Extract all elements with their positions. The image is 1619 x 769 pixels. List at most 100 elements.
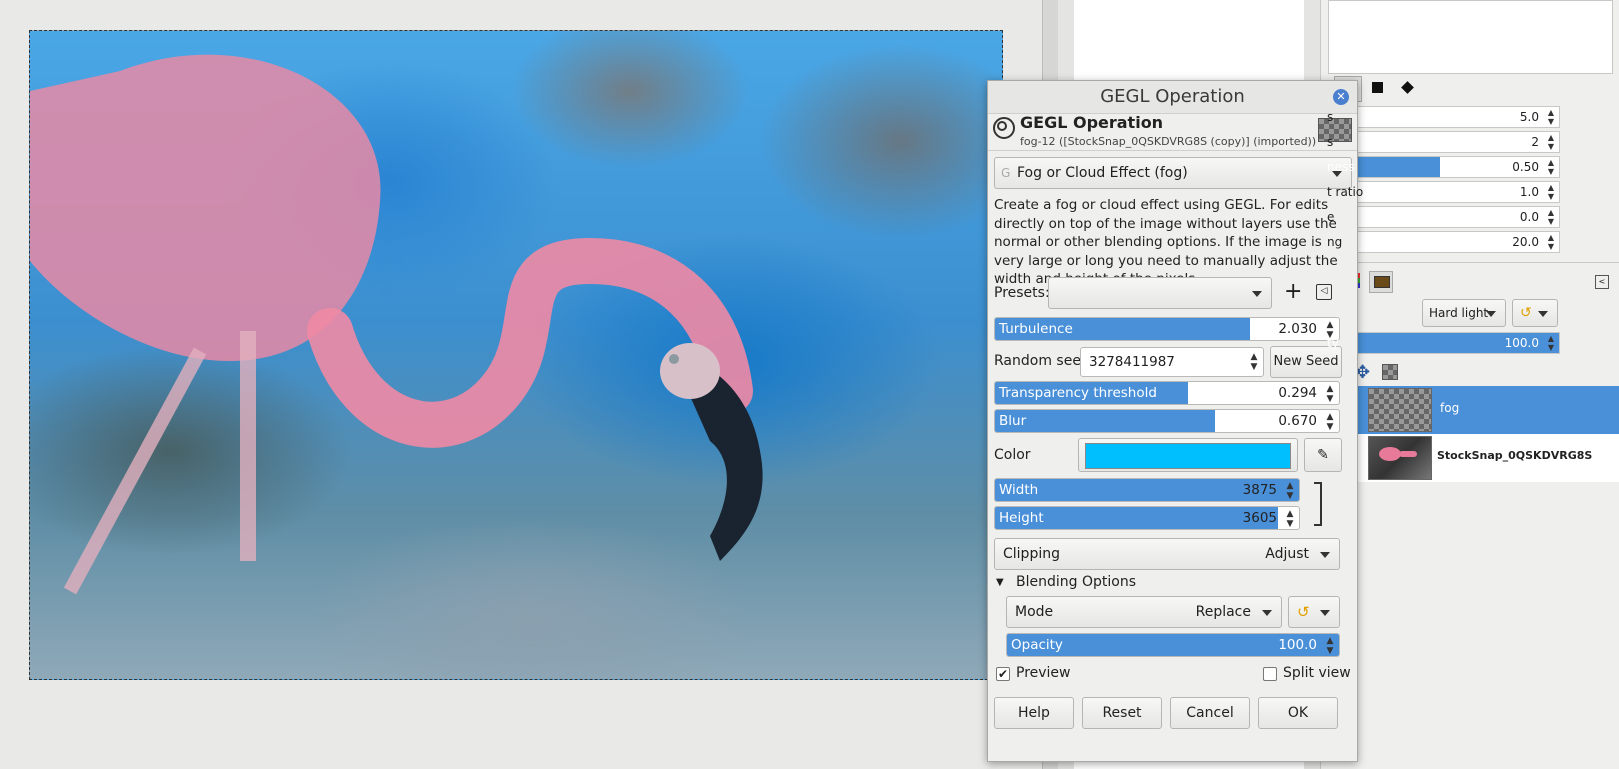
layer-thumbnail [1368, 436, 1432, 480]
layer-name: StockSnap_0QSKDVRG8S [1437, 449, 1593, 462]
brush-preview-area [1328, 0, 1613, 74]
blend-opacity-label: Opacity [1011, 637, 1063, 653]
height-input[interactable]: Height 3605 ▲ ▼ [994, 506, 1300, 530]
gegl-operation-dialog: GEGL Operation ✕ GEGL Operation fog-12 (… [987, 80, 1358, 762]
spin-arrows-icon[interactable]: ▲ ▼ [1545, 183, 1557, 201]
image-canvas-area[interactable] [0, 0, 1042, 769]
reset-icon: ↺ [1520, 305, 1532, 321]
blend-opacity-slider[interactable]: Opacity 100.0 ▲ ▼ [1006, 633, 1340, 657]
gegl-small-icon: G [1001, 166, 1011, 180]
width-value: 3875 [1242, 482, 1277, 498]
layer-composite-button[interactable]: ↺ [1512, 299, 1558, 327]
presets-label: Presets: [994, 285, 1050, 301]
width-input[interactable]: Width 3875 ▲ ▼ [994, 478, 1300, 502]
help-button[interactable]: Help [994, 697, 1074, 729]
chain-link-icon[interactable] [1314, 482, 1322, 526]
chevron-down-icon [1486, 311, 1496, 317]
brush-option-label: ng [1327, 235, 1343, 249]
height-label: Height [999, 510, 1044, 526]
brush-option-value: 0.0 [1519, 210, 1539, 224]
blur-slider[interactable]: Blur 0.670 ▲ ▼ [994, 409, 1340, 433]
operation-select[interactable]: G Fog or Cloud Effect (fog) [994, 157, 1352, 189]
layer-mode-value: Hard light [1429, 306, 1489, 320]
expander-triangle-icon[interactable]: ▼ [996, 577, 1004, 588]
configure-tab-icon[interactable]: < [1595, 275, 1609, 289]
flamingo-thumb-body [1379, 447, 1401, 461]
color-label: Color [994, 447, 1031, 463]
ok-button[interactable]: OK [1258, 697, 1338, 729]
layer-thumbnail [1368, 388, 1432, 432]
dialog-header-subtitle: fog-12 ([StockSnap_0QSKDVRG8S (copy)] (i… [1020, 135, 1317, 148]
brush-option-label: s [1327, 110, 1334, 124]
spin-arrows-icon[interactable]: ▲ ▼ [1284, 509, 1296, 529]
spin-arrows-icon[interactable]: ▲ ▼ [1324, 412, 1336, 432]
transparency-threshold-label: Transparency threshold [999, 385, 1157, 401]
chevron-down-icon [1262, 610, 1272, 616]
preview-checkbox[interactable]: ✔ [996, 667, 1010, 681]
spin-arrows-icon[interactable]: ▲ ▼ [1545, 334, 1557, 352]
lock-alpha-icon[interactable] [1382, 364, 1398, 380]
composite-mode-button[interactable]: ↺ [1288, 596, 1340, 628]
blend-mode-select[interactable]: Mode Replace [1006, 596, 1282, 628]
spin-arrows-icon[interactable]: ▲ ▼ [1284, 481, 1296, 501]
color-button[interactable] [1078, 438, 1298, 472]
random-seed-input[interactable]: 3278411987 ▲ ▼ [1080, 347, 1264, 377]
reset-button[interactable]: Reset [1082, 697, 1162, 729]
turbulence-label: Turbulence [999, 321, 1073, 337]
width-label: Width [999, 482, 1039, 498]
layer-mode-select[interactable]: Hard light [1422, 299, 1506, 327]
cancel-button[interactable]: Cancel [1170, 697, 1250, 729]
dialog-header-title: GEGL Operation [1020, 113, 1164, 132]
brush-option-label: ness [1327, 160, 1355, 174]
shape-diamond-button[interactable] [1394, 76, 1420, 100]
paths-tab[interactable] [1369, 271, 1393, 293]
spin-arrows-icon[interactable]: ▲ ▼ [1545, 108, 1557, 126]
blend-mode-value: Replace [1195, 604, 1251, 620]
dialog-titlebar[interactable]: GEGL Operation [988, 81, 1357, 114]
spin-arrows-icon[interactable]: ▲ ▼ [1324, 384, 1336, 404]
transparency-threshold-slider[interactable]: Transparency threshold 0.294 ▲ ▼ [994, 381, 1340, 405]
add-preset-icon[interactable]: + [1284, 278, 1302, 306]
split-view-checkbox[interactable] [1263, 667, 1277, 681]
turbulence-slider[interactable]: Turbulence 2.030 ▲ ▼ [994, 317, 1340, 341]
close-icon[interactable]: ✕ [1333, 89, 1349, 105]
transparency-threshold-value: 0.294 [1278, 385, 1317, 401]
brush-option-slider[interactable]: t ratio 1.0 ▲ ▼ [1320, 181, 1560, 203]
blur-value: 0.670 [1278, 413, 1317, 429]
spin-arrows-icon[interactable]: ▲ ▼ [1545, 208, 1557, 226]
brush-option-value: 20.0 [1512, 235, 1539, 249]
presets-select[interactable] [1048, 277, 1272, 309]
brush-option-value: 2 [1531, 135, 1539, 149]
spin-arrows-icon[interactable]: ▲ ▼ [1545, 133, 1557, 151]
blending-options-label[interactable]: Blending Options [1016, 574, 1136, 590]
shape-square-button[interactable] [1364, 76, 1390, 100]
blend-mode-label: Mode [1015, 604, 1054, 620]
check-icon: ✔ [997, 667, 1009, 681]
blur-label: Blur [999, 413, 1027, 429]
spin-arrows-icon[interactable]: ▲ ▼ [1248, 352, 1260, 372]
operation-value: Fog or Cloud Effect (fog) [1017, 165, 1188, 181]
spin-arrows-icon[interactable]: ▲ ▼ [1545, 233, 1557, 251]
layer-opacity-value: 100.0 [1504, 336, 1539, 350]
brush-option-value: 1.0 [1519, 185, 1539, 199]
layer-row-fog[interactable]: fog [1320, 386, 1619, 434]
layer-opacity-label: ty [1327, 336, 1339, 350]
color-picker-button[interactable]: ✎ [1304, 438, 1342, 472]
image-canvas[interactable] [29, 30, 1003, 680]
clipping-select[interactable]: Clipping Adjust [994, 538, 1340, 570]
spin-arrows-icon[interactable]: ▲ ▼ [1545, 158, 1557, 176]
operation-description: Create a fog or cloud effect using GEGL.… [994, 197, 1338, 287]
manage-presets-icon[interactable]: ◁ [1316, 284, 1332, 300]
color-swatch [1085, 443, 1291, 469]
chevron-down-icon [1320, 552, 1330, 558]
height-value: 3605 [1242, 510, 1277, 526]
layer-name: fog [1440, 401, 1460, 415]
square-icon [1371, 82, 1383, 93]
layer-row-image[interactable]: StockSnap_0QSKDVRG8S [1320, 434, 1619, 482]
chevron-down-icon [1320, 610, 1330, 616]
panel-divider [1320, 262, 1619, 263]
spin-arrows-icon[interactable]: ▲ ▼ [1324, 636, 1336, 656]
flamingo-image [30, 54, 763, 595]
turbulence-value: 2.030 [1278, 321, 1317, 337]
diamond-icon [1400, 81, 1414, 94]
